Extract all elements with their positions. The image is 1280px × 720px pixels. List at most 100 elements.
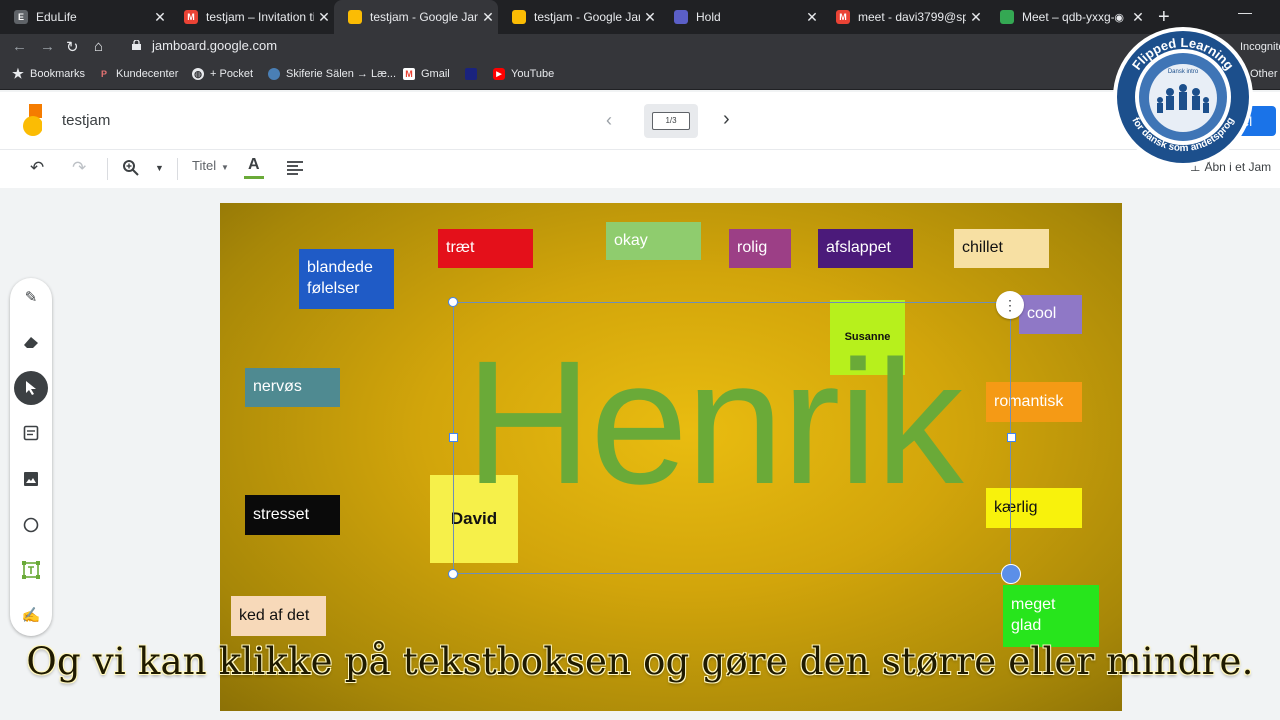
- laser-tool-button[interactable]: ✍: [14, 598, 48, 632]
- jamboard-icon: [512, 10, 526, 24]
- bookmark-kundecenter[interactable]: P Kundecenter: [98, 68, 178, 80]
- divider: [107, 158, 108, 180]
- next-frame-icon[interactable]: ›: [723, 108, 730, 131]
- recording-icon: ◉: [1114, 11, 1124, 24]
- shape-tool-button[interactable]: [14, 508, 48, 542]
- bookmark-pocket[interactable]: ◍ + Pocket: [192, 68, 253, 80]
- tab-title: EduLife: [36, 10, 77, 24]
- chevron-down-icon[interactable]: ▼: [221, 163, 229, 172]
- close-tab-icon[interactable]: ✕: [1128, 9, 1148, 26]
- close-tab-icon[interactable]: ✕: [150, 9, 170, 26]
- tab-title: Meet – qdb-yxxg-v: [1022, 10, 1115, 24]
- text-color-button[interactable]: A: [244, 156, 264, 180]
- pen-tool-button[interactable]: ✎: [14, 280, 48, 314]
- home-icon[interactable]: ⌂: [94, 38, 103, 55]
- address-bar-row: ← → ↻ ⌂ jamboard.google.com Incognito: [0, 34, 1280, 62]
- sticky-note[interactable]: træt: [438, 229, 533, 268]
- bookmark-label: + Pocket: [210, 68, 254, 80]
- sticky-note[interactable]: ked af det: [231, 596, 326, 636]
- resize-handle-active[interactable]: [1001, 564, 1021, 584]
- eraser-icon: [24, 337, 38, 348]
- bookmark-youtube[interactable]: ▶ YouTube: [493, 68, 554, 80]
- zoom-icon[interactable]: [122, 159, 140, 177]
- sticky-note-text: okay: [614, 231, 648, 249]
- browser-tab-jamboard-active[interactable]: testjam - Google Jamboard ✕: [334, 0, 498, 34]
- badge-center-text: Dansk intro: [1168, 69, 1199, 75]
- close-tab-icon[interactable]: ✕: [640, 9, 660, 26]
- back-icon[interactable]: ←: [12, 38, 27, 55]
- jamboard-header: testjam ‹ 1/3 ›: [0, 92, 1280, 150]
- dark-app-icon: [465, 68, 477, 80]
- sticky-note[interactable]: okay: [606, 222, 701, 260]
- close-tab-icon[interactable]: ✕: [802, 9, 822, 26]
- p-icon: P: [100, 69, 107, 79]
- sticky-note-text: ked af det: [239, 606, 310, 624]
- previous-frame-icon[interactable]: ‹: [606, 110, 612, 131]
- resize-handle[interactable]: [449, 433, 458, 442]
- bookmark-label: Skiferie Sälen → Læ...: [286, 68, 397, 80]
- bookmark-label: YouTube: [511, 68, 555, 80]
- undo-icon[interactable]: ↶: [30, 158, 44, 178]
- sticky-note-text: nervøs: [253, 378, 302, 396]
- tab-title: Hold: [696, 10, 721, 24]
- zoom-dropdown-icon[interactable]: ▼: [155, 163, 164, 173]
- minimize-icon[interactable]: —: [1238, 4, 1252, 20]
- bookmarks-bar: ★ Bookmarks P Kundecenter ◍ + Pocket Skifer…: [0, 62, 1280, 90]
- bookmark-dark-app[interactable]: [465, 68, 483, 80]
- flipped-learning-badge-logo: Flipped Learning for dansk som andetspro…: [1113, 27, 1253, 167]
- text-box-tool-button[interactable]: [14, 553, 48, 587]
- sticky-note-text: rolig: [737, 239, 768, 257]
- tool-sidebar: ✎ ✍: [10, 278, 52, 636]
- more-options-icon[interactable]: ⋮: [996, 291, 1024, 319]
- browser-tab-strip: E EduLife ✕ M testjam – Invitation til a…: [0, 0, 1280, 34]
- forward-icon[interactable]: →: [40, 38, 55, 55]
- browser-tab-hold[interactable]: Hold ✕: [660, 0, 822, 34]
- sticky-note[interactable]: chillet: [954, 229, 1049, 268]
- bookmark-gmail[interactable]: M Gmail: [403, 68, 450, 80]
- bookmark-skiferie[interactable]: Skiferie Sälen → Læ...: [268, 68, 396, 80]
- browser-tab-gmail-meet[interactable]: M meet - davi3799@sprog ✕: [822, 0, 986, 34]
- bookmark-label: Kundecenter: [116, 68, 179, 80]
- font-style-dropdown[interactable]: Titel: [192, 158, 216, 173]
- sticky-note[interactable]: rolig: [729, 229, 791, 268]
- resize-handle[interactable]: [448, 569, 458, 579]
- sticky-note[interactable]: meget glad: [1003, 585, 1099, 647]
- bookmark-bookmarks[interactable]: ★ Bookmarks: [12, 66, 86, 81]
- sticky-note[interactable]: cool: [1019, 295, 1082, 334]
- edulife-icon: E: [14, 10, 28, 24]
- select-tool-button[interactable]: [14, 371, 48, 405]
- close-tab-icon[interactable]: ✕: [314, 9, 334, 26]
- gmail-icon: M: [184, 10, 198, 24]
- sticky-note[interactable]: nervøs: [245, 368, 340, 407]
- align-left-icon[interactable]: [286, 160, 304, 176]
- resize-handle[interactable]: [448, 297, 458, 307]
- circle-icon: [23, 517, 39, 533]
- sticky-note[interactable]: afslappet: [818, 229, 913, 268]
- sticky-note-tool-button[interactable]: [14, 416, 48, 450]
- sticky-note-text: chillet: [962, 239, 1003, 257]
- reload-icon[interactable]: ↻: [66, 38, 79, 56]
- resize-handle[interactable]: [1007, 433, 1016, 442]
- image-tool-button[interactable]: [14, 462, 48, 496]
- sticky-note-text: træt: [446, 239, 475, 257]
- browser-tab-jamboard[interactable]: testjam - Google Jamboard ✕: [498, 0, 660, 34]
- close-tab-icon[interactable]: ✕: [478, 9, 498, 26]
- close-tab-icon[interactable]: ✕: [966, 9, 986, 26]
- jamboard-frame[interactable]: blandede følelser træt okay rolig afslap…: [220, 203, 1122, 711]
- redo-icon[interactable]: ↷: [72, 158, 86, 178]
- url-input[interactable]: jamboard.google.com: [152, 38, 277, 53]
- divider: [177, 158, 178, 180]
- sticky-note[interactable]: stresset: [245, 495, 340, 535]
- laser-icon: ✍: [21, 607, 41, 624]
- browser-tab-gmail-invitation[interactable]: M testjam – Invitation til at ✕: [170, 0, 334, 34]
- sticky-note[interactable]: blandede følelser: [299, 249, 394, 309]
- browser-tab-edulife[interactable]: E EduLife ✕: [0, 0, 170, 34]
- sticky-note-text: meget glad: [1011, 596, 1056, 634]
- bookmark-label: Bookmarks: [30, 68, 86, 80]
- text-box-icon: [22, 561, 40, 579]
- frame-bar-button[interactable]: 1/3: [644, 104, 698, 138]
- meet-icon: [1000, 10, 1014, 24]
- tab-title: testjam - Google Jamboard: [534, 10, 640, 24]
- document-title[interactable]: testjam: [62, 112, 110, 129]
- eraser-tool-button[interactable]: [14, 325, 48, 359]
